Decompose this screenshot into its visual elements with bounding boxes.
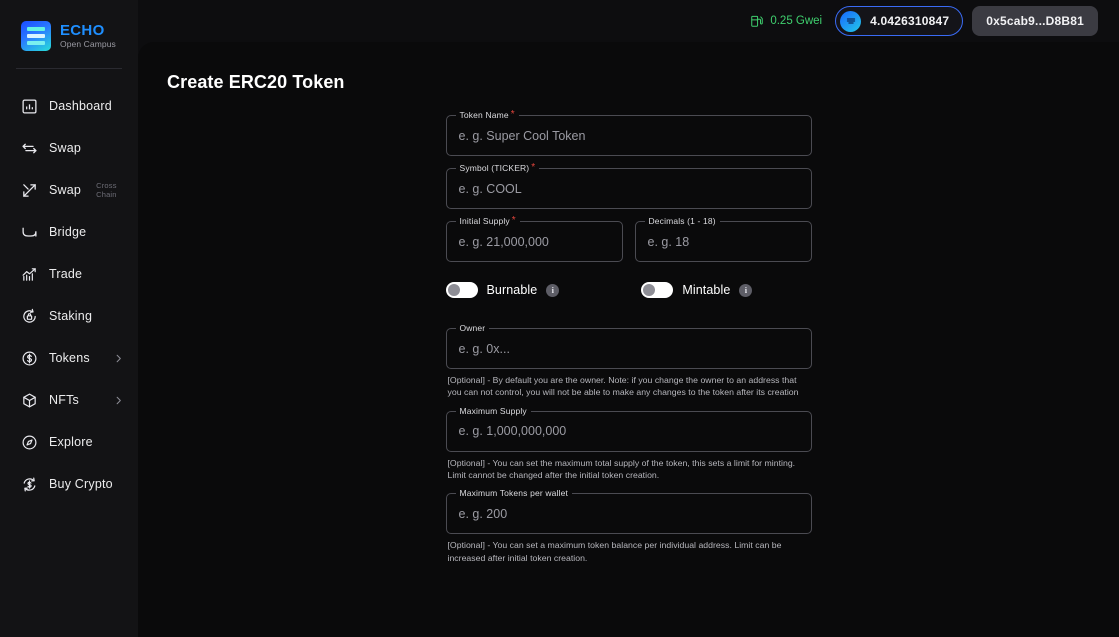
mintable-toggle[interactable] — [641, 282, 674, 298]
staking-lock-icon — [21, 308, 38, 325]
initial-supply-input[interactable] — [458, 234, 610, 249]
maximum-tokens-per-wallet-helper-text: [Optional] - You can set a maximum token… — [447, 540, 782, 563]
cross-chain-swap-icon — [21, 182, 38, 199]
sidebar-item-label: Bridge — [49, 225, 87, 239]
field-maximum-supply: Maximum Supply [Optional] - You can set … — [445, 405, 812, 482]
field-initial-supply: Initial Supply * — [445, 216, 623, 262]
gas-pump-icon — [750, 14, 764, 28]
sidebar-item-trade[interactable]: Trade — [0, 253, 138, 295]
maximum-supply-input[interactable] — [458, 424, 799, 439]
sidebar-item-label: Buy Crypto — [49, 477, 113, 491]
token-features-row: Burnable i Mintable i — [445, 282, 812, 298]
mintable-info-icon[interactable]: i — [739, 283, 753, 297]
decimals-input[interactable] — [647, 234, 799, 249]
sidebar-item-dashboard[interactable]: Dashboard — [0, 85, 138, 127]
gas-price-value: 0.25 Gwei — [770, 15, 823, 27]
explore-compass-icon — [21, 434, 38, 451]
trade-chart-icon — [21, 266, 38, 283]
maximum-tokens-per-wallet-input[interactable] — [458, 506, 799, 521]
required-asterisk: * — [511, 215, 516, 226]
token-name-box[interactable]: Token Name * — [445, 110, 812, 156]
initial-supply-box[interactable]: Initial Supply * — [445, 216, 623, 262]
sidebar-nav: Dashboard Swap Swap Cross Chain Bridge T… — [0, 85, 138, 505]
sidebar-item-label: Tokens — [49, 351, 90, 365]
brand-name: ECHO — [60, 21, 105, 39]
bridge-icon — [21, 224, 38, 241]
symbol-label: Symbol (TICKER) * — [455, 162, 540, 173]
required-asterisk: * — [510, 109, 515, 120]
echo-bars-logo-icon — [21, 21, 51, 51]
main-area: 0.25 Gwei 4.0426310847 0x5cab9...D8B81 C… — [138, 0, 1119, 637]
chevron-right-icon — [113, 395, 124, 406]
sidebar-item-label: Swap — [49, 141, 82, 155]
token-coin-icon — [21, 350, 38, 367]
burnable-group: Burnable i — [445, 282, 560, 298]
brand-logo-block[interactable]: ECHO Open Campus — [0, 18, 138, 54]
decimals-box[interactable]: Decimals (1 - 18) — [634, 216, 812, 262]
decimals-label: Decimals (1 - 18) — [644, 216, 720, 226]
wallet-address-button[interactable]: 0x5cab9...D8B81 — [972, 6, 1098, 36]
edu-coin-icon — [840, 10, 862, 32]
required-asterisk: * — [531, 162, 536, 173]
dashboard-icon — [21, 98, 38, 115]
sidebar-item-badge: Cross Chain — [96, 181, 117, 199]
initial-supply-label: Initial Supply * — [455, 215, 520, 226]
field-token-name: Token Name * — [445, 110, 812, 156]
app-root: ECHO Open Campus Dashboard Swap Swap Cro… — [0, 0, 1119, 637]
owner-helper-text: [Optional] - By default you are the owne… — [447, 375, 799, 398]
maximum-supply-box[interactable]: Maximum Supply — [445, 405, 812, 452]
sidebar-item-label: Dashboard — [49, 99, 112, 113]
page-title: Create ERC20 Token — [167, 72, 345, 92]
sidebar-item-explore[interactable]: Explore — [0, 421, 138, 463]
symbol-input[interactable] — [458, 181, 799, 196]
create-token-form: Token Name* Symbol (TICKER)* — [445, 110, 812, 564]
symbol-box[interactable]: Symbol (TICKER) * — [445, 163, 812, 209]
sidebar-item-label: NFTs — [49, 393, 79, 407]
mintable-label: Mintable — [682, 283, 731, 297]
sidebar-item-staking[interactable]: Staking — [0, 295, 138, 337]
nft-box-icon — [21, 392, 38, 409]
sidebar-item-swap-cross-chain[interactable]: Swap Cross Chain — [0, 169, 138, 211]
wallet-balance-pill[interactable]: 4.0426310847 — [835, 6, 964, 36]
sidebar-item-bridge[interactable]: Bridge — [0, 211, 138, 253]
content-panel: Create ERC20 Token Token Name* S — [138, 42, 1119, 637]
sidebar-item-label: Trade — [49, 267, 83, 281]
topbar: 0.25 Gwei 4.0426310847 0x5cab9...D8B81 — [138, 0, 1119, 42]
owner-box[interactable]: Owner — [445, 323, 812, 369]
sidebar-item-nfts[interactable]: NFTs — [0, 379, 138, 421]
field-symbol: Symbol (TICKER) * — [445, 163, 812, 209]
field-maximum-tokens-per-wallet: Maximum Tokens per wallet [Optional] - Y… — [445, 488, 812, 564]
sidebar-item-label: Explore — [49, 435, 93, 449]
sidebar: ECHO Open Campus Dashboard Swap Swap Cro… — [0, 0, 138, 637]
chevron-right-icon — [113, 353, 124, 364]
gas-price-indicator: 0.25 Gwei — [750, 14, 822, 28]
sidebar-item-buy-crypto[interactable]: Buy Crypto — [0, 463, 138, 505]
sidebar-item-tokens[interactable]: Tokens — [0, 337, 138, 379]
brand-subtitle: Open Campus — [60, 39, 116, 50]
owner-input[interactable] — [458, 341, 799, 356]
burnable-label: Burnable — [486, 283, 538, 297]
maximum-tokens-per-wallet-box[interactable]: Maximum Tokens per wallet — [445, 488, 812, 535]
maximum-supply-helper-text: [Optional] - You can set the maximum tot… — [447, 457, 796, 481]
owner-label: Owner — [455, 323, 490, 333]
maximum-supply-label: Maximum Supply — [455, 405, 531, 416]
supply-decimals-row: Initial Supply* Decimals (1 - 18) — [445, 216, 812, 262]
sidebar-item-label: Swap — [49, 183, 82, 197]
maximum-tokens-per-wallet-label: Maximum Tokens per wallet — [455, 488, 572, 499]
buy-crypto-icon — [21, 476, 38, 493]
field-decimals: Decimals (1 - 18) — [634, 216, 812, 262]
mintable-group: Mintable i — [641, 282, 753, 298]
wallet-balance-value: 4.0426310847 — [870, 14, 950, 28]
field-owner: Owner [Optional] - By default you are th… — [445, 323, 812, 399]
swap-arrows-icon — [21, 140, 38, 157]
burnable-info-icon[interactable]: i — [546, 283, 560, 297]
token-name-input[interactable] — [458, 128, 799, 143]
sidebar-item-label: Staking — [49, 309, 93, 323]
burnable-toggle[interactable] — [445, 282, 478, 298]
sidebar-item-swap[interactable]: Swap — [0, 127, 138, 169]
token-name-label: Token Name * — [455, 109, 519, 120]
sidebar-divider — [16, 68, 122, 69]
